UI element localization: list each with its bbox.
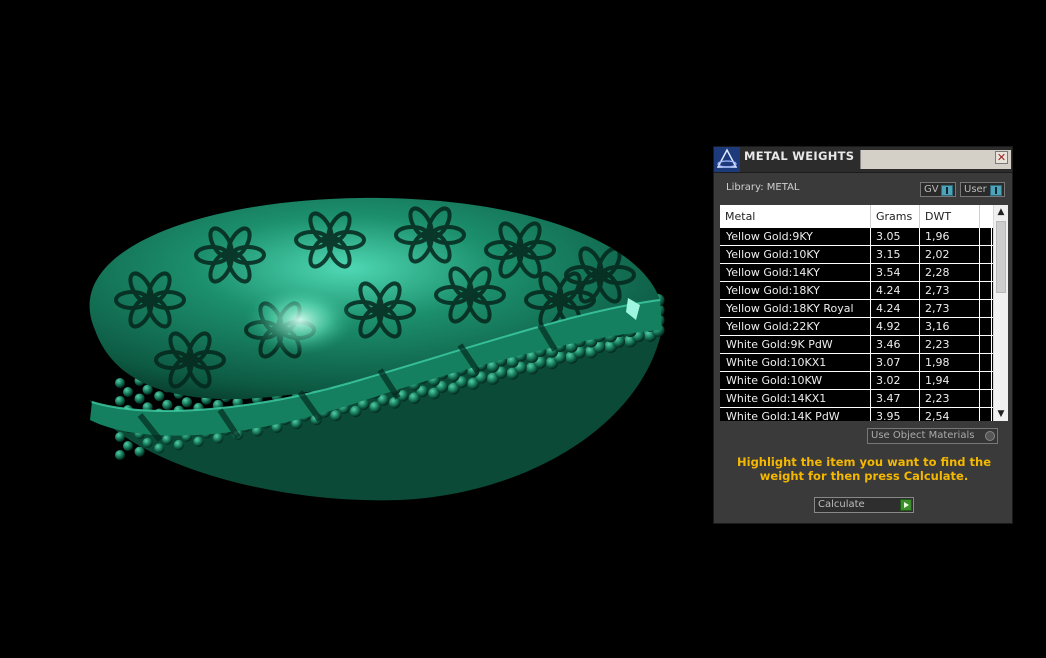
grams-cell: 3.95 xyxy=(871,408,920,421)
panel-title: METAL WEIGHTS xyxy=(744,149,855,163)
spacer-cell xyxy=(980,228,992,245)
metal-cell: Yellow Gold:18KY Royal xyxy=(720,300,871,317)
metal-cell: Yellow Gold:18KY xyxy=(720,282,871,299)
column-header-dwt[interactable]: DWT xyxy=(920,205,980,228)
metal-table: Metal Grams DWT Yellow Gold:9KY 3.05 1,96 Y… xyxy=(720,205,1008,421)
metal-cell: White Gold:10KX1 xyxy=(720,354,871,371)
instructions-text: Highlight the item you want to find the … xyxy=(737,455,991,483)
spacer-cell xyxy=(980,300,992,317)
grams-cell: 3.54 xyxy=(871,264,920,281)
grams-cell: 3.46 xyxy=(871,336,920,353)
table-row[interactable]: White Gold:10KW 3.02 1,94 xyxy=(720,372,994,390)
gv-label: GV xyxy=(924,184,939,195)
close-button[interactable]: ✕ xyxy=(995,151,1008,164)
dwt-cell: 2,23 xyxy=(920,336,980,353)
dwt-cell: 1,94 xyxy=(920,372,980,389)
titlebar-strip xyxy=(860,150,1011,169)
dwt-cell: 2,73 xyxy=(920,282,980,299)
table-row[interactable]: Yellow Gold:9KY 3.05 1,96 xyxy=(720,228,994,246)
library-label: Library: METAL xyxy=(726,182,800,193)
use-object-materials-label: Use Object Materials xyxy=(871,430,975,441)
spacer-cell xyxy=(980,264,992,281)
scroll-up-icon[interactable]: ▲ xyxy=(994,205,1008,219)
spacer-cell xyxy=(980,354,992,371)
grams-cell: 3.07 xyxy=(871,354,920,371)
app-logo-icon xyxy=(714,147,740,172)
table-row[interactable]: White Gold:9K PdW 3.46 2,23 xyxy=(720,336,994,354)
table-header: Metal Grams DWT xyxy=(720,205,994,229)
scroll-down-icon[interactable]: ▼ xyxy=(994,407,1008,421)
toggle-switch-icon xyxy=(941,185,953,196)
table-row[interactable]: White Gold:14KX1 3.47 2,23 xyxy=(720,390,994,408)
grams-cell: 4.24 xyxy=(871,300,920,317)
user-label: User xyxy=(964,184,987,195)
metal-cell: Yellow Gold:22KY xyxy=(720,318,871,335)
dwt-cell: 2,73 xyxy=(920,300,980,317)
toggle-switch-icon xyxy=(990,185,1002,196)
metal-cell: Yellow Gold:9KY xyxy=(720,228,871,245)
spacer-cell xyxy=(980,336,992,353)
user-toggle[interactable]: User xyxy=(960,182,1005,197)
dwt-cell: 2,23 xyxy=(920,390,980,407)
table-row[interactable]: Yellow Gold:22KY 4.92 3,16 xyxy=(720,318,994,336)
spacer-cell xyxy=(980,372,992,389)
radio-icon xyxy=(985,431,995,441)
dwt-cell: 2,54 xyxy=(920,408,980,421)
metal-cell: White Gold:14KX1 xyxy=(720,390,871,407)
use-object-materials-toggle[interactable]: Use Object Materials xyxy=(867,428,998,444)
gv-toggle[interactable]: GV xyxy=(920,182,956,197)
grams-cell: 4.92 xyxy=(871,318,920,335)
table-row[interactable]: Yellow Gold:18KY Royal 4.24 2,73 xyxy=(720,300,994,318)
metal-weights-panel: METAL WEIGHTS ✕ Library: METAL GV User M… xyxy=(713,146,1013,524)
dwt-cell: 1,98 xyxy=(920,354,980,371)
table-scrollbar[interactable]: ▲ ▼ xyxy=(993,205,1008,421)
spacer-cell xyxy=(980,246,992,263)
metal-cell: White Gold:9K PdW xyxy=(720,336,871,353)
metal-cell: Yellow Gold:10KY xyxy=(720,246,871,263)
dwt-cell: 3,16 xyxy=(920,318,980,335)
table-rows: Yellow Gold:9KY 3.05 1,96 Yellow Gold:10KY 3… xyxy=(720,228,994,421)
dwt-cell: 1,96 xyxy=(920,228,980,245)
spacer-cell xyxy=(980,318,992,335)
spacer-cell xyxy=(980,282,992,299)
calculate-label: Calculate xyxy=(818,499,865,510)
table-row[interactable]: Yellow Gold:14KY 3.54 2,28 xyxy=(720,264,994,282)
spacer-cell xyxy=(980,408,992,421)
metal-cell: Yellow Gold:14KY xyxy=(720,264,871,281)
dwt-cell: 2,02 xyxy=(920,246,980,263)
grams-cell: 3.15 xyxy=(871,246,920,263)
spacer-cell xyxy=(980,390,992,407)
column-header-metal[interactable]: Metal xyxy=(720,205,871,228)
column-header-grams[interactable]: Grams xyxy=(871,205,920,228)
panel-titlebar[interactable]: METAL WEIGHTS ✕ xyxy=(714,147,1012,173)
grams-cell: 3.02 xyxy=(871,372,920,389)
metal-cell: White Gold:14K PdW xyxy=(720,408,871,421)
play-arrow-icon xyxy=(900,499,912,511)
table-row[interactable]: Yellow Gold:18KY 4.24 2,73 xyxy=(720,282,994,300)
table-row[interactable]: White Gold:10KX1 3.07 1,98 xyxy=(720,354,994,372)
scroll-thumb[interactable] xyxy=(996,221,1006,293)
table-row[interactable]: Yellow Gold:10KY 3.15 2,02 xyxy=(720,246,994,264)
dwt-cell: 2,28 xyxy=(920,264,980,281)
table-row[interactable]: White Gold:14K PdW 3.95 2,54 xyxy=(720,408,994,421)
grams-cell: 3.47 xyxy=(871,390,920,407)
grams-cell: 4.24 xyxy=(871,282,920,299)
calculate-button[interactable]: Calculate xyxy=(814,497,914,513)
grams-cell: 3.05 xyxy=(871,228,920,245)
metal-cell: White Gold:10KW xyxy=(720,372,871,389)
